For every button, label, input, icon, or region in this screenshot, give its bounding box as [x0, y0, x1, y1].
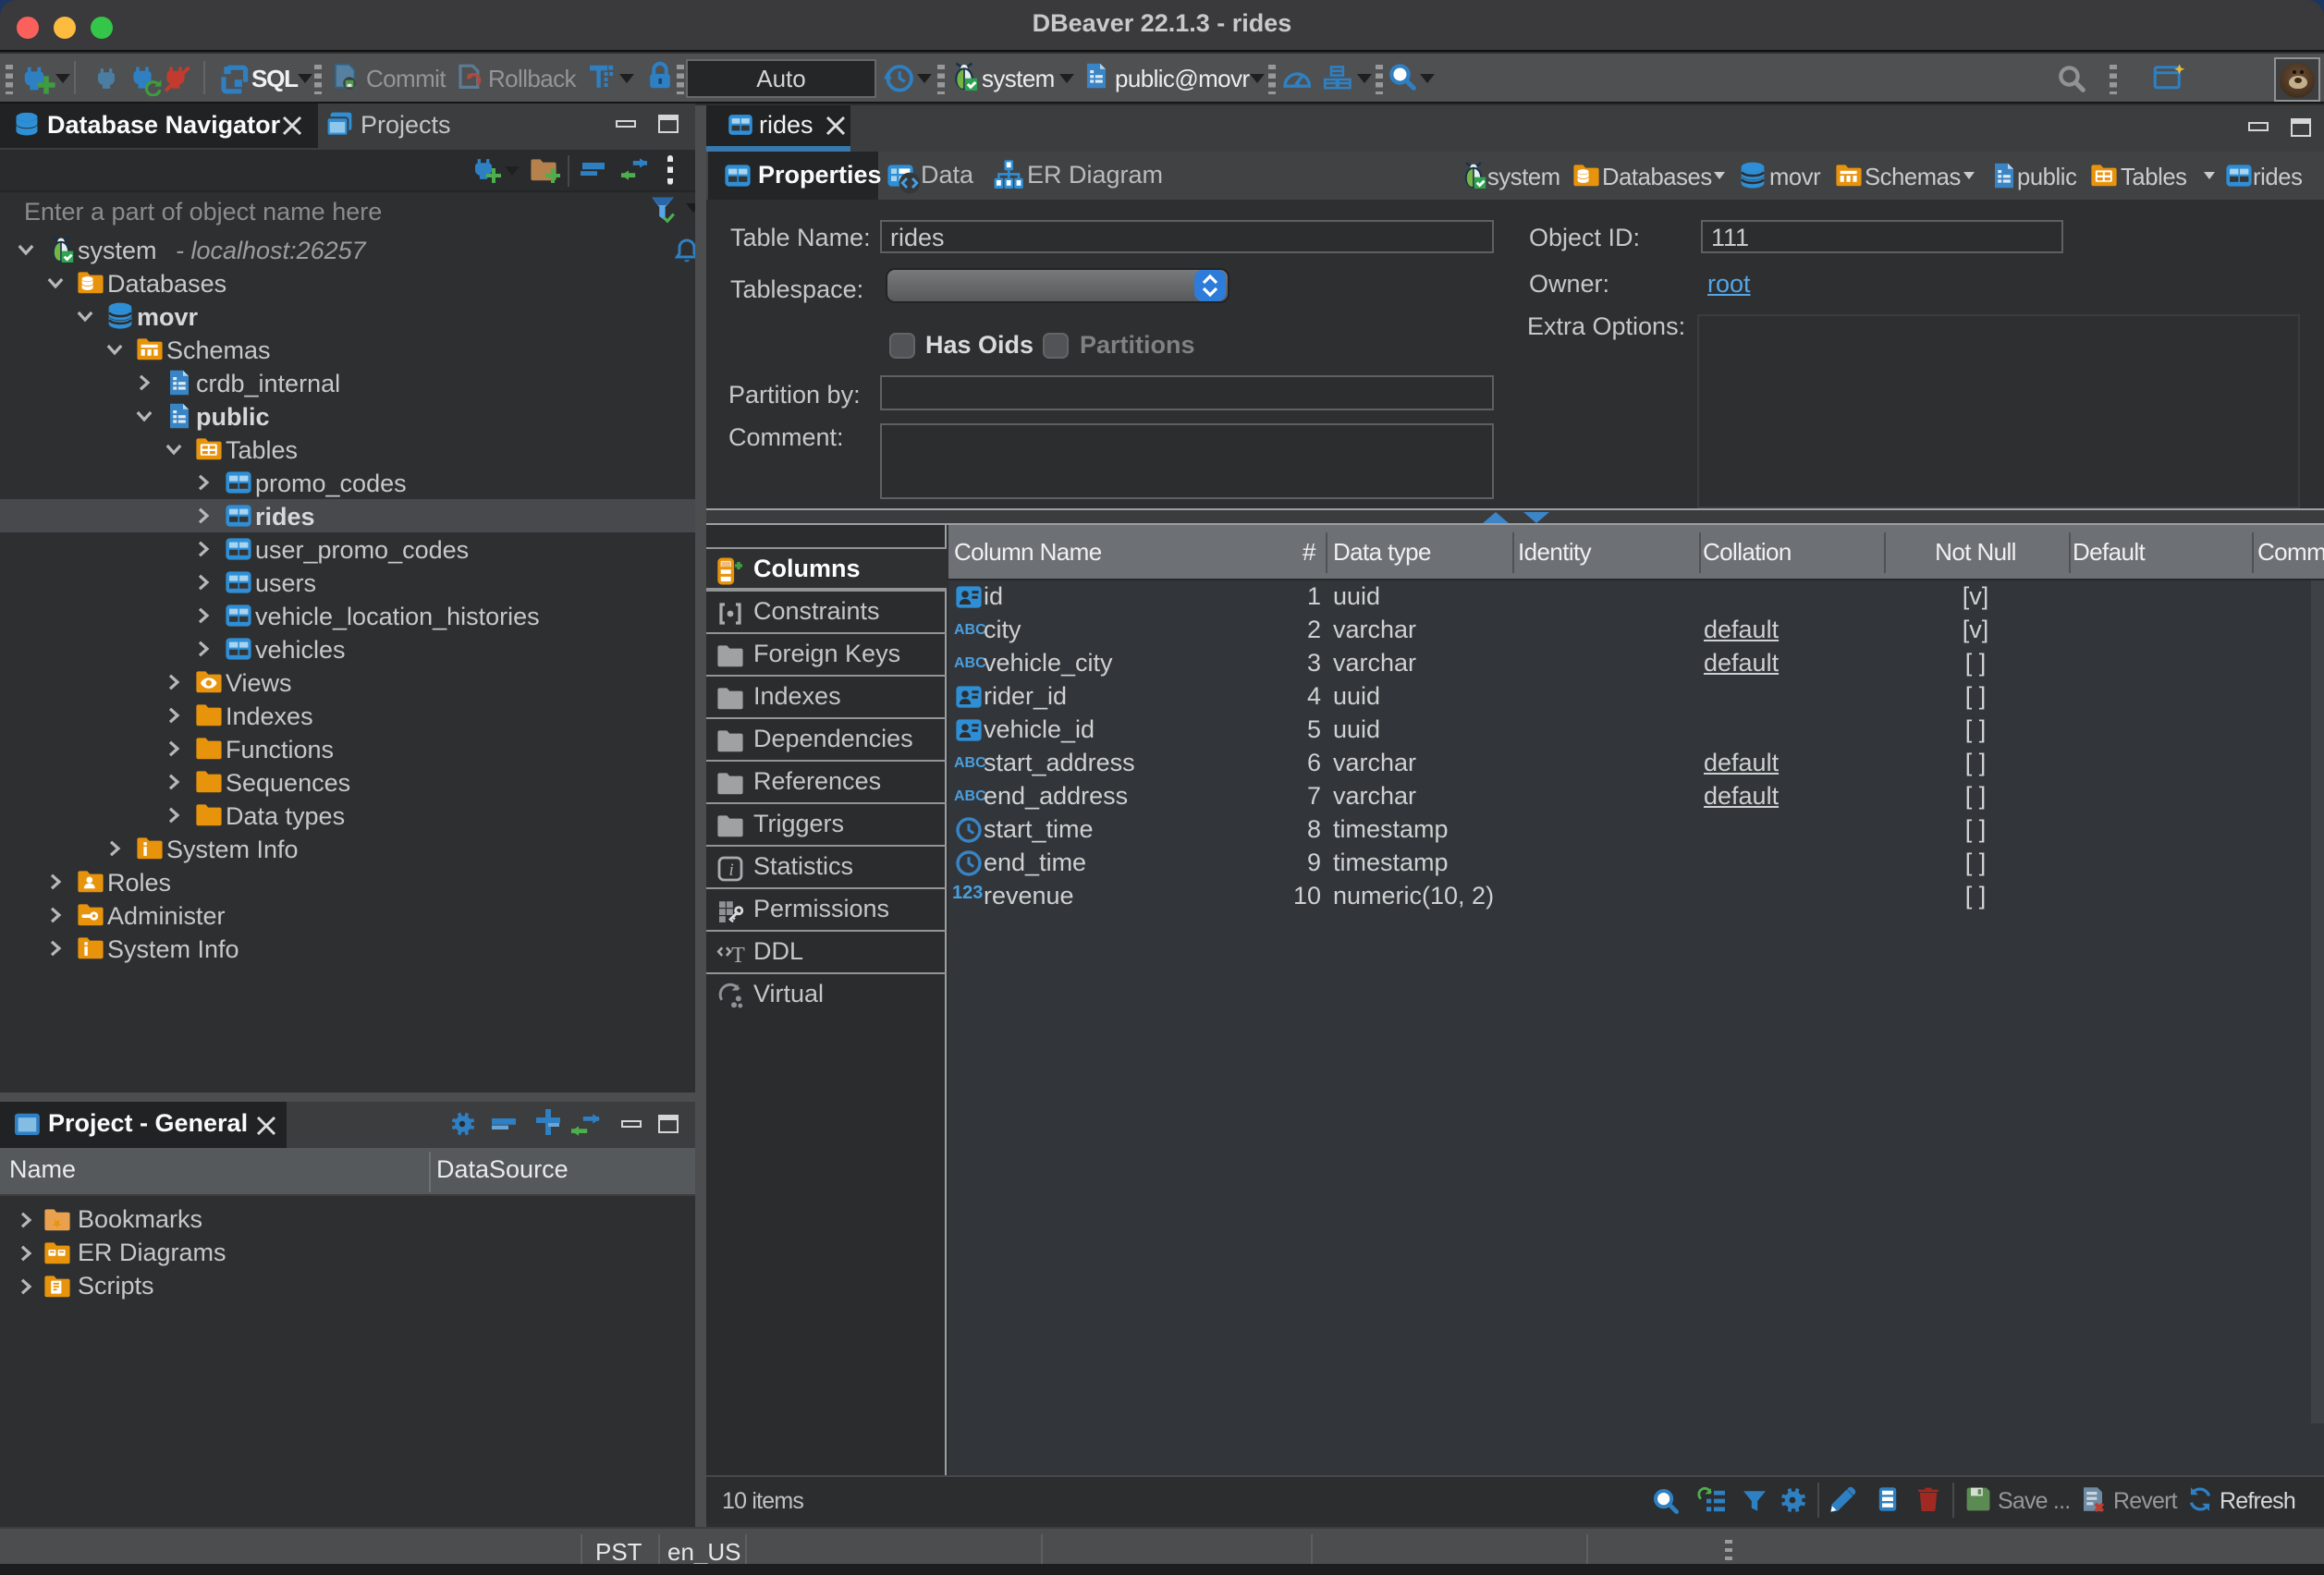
- svg-text:T: T: [730, 943, 744, 967]
- svg-text:i: i: [728, 860, 733, 879]
